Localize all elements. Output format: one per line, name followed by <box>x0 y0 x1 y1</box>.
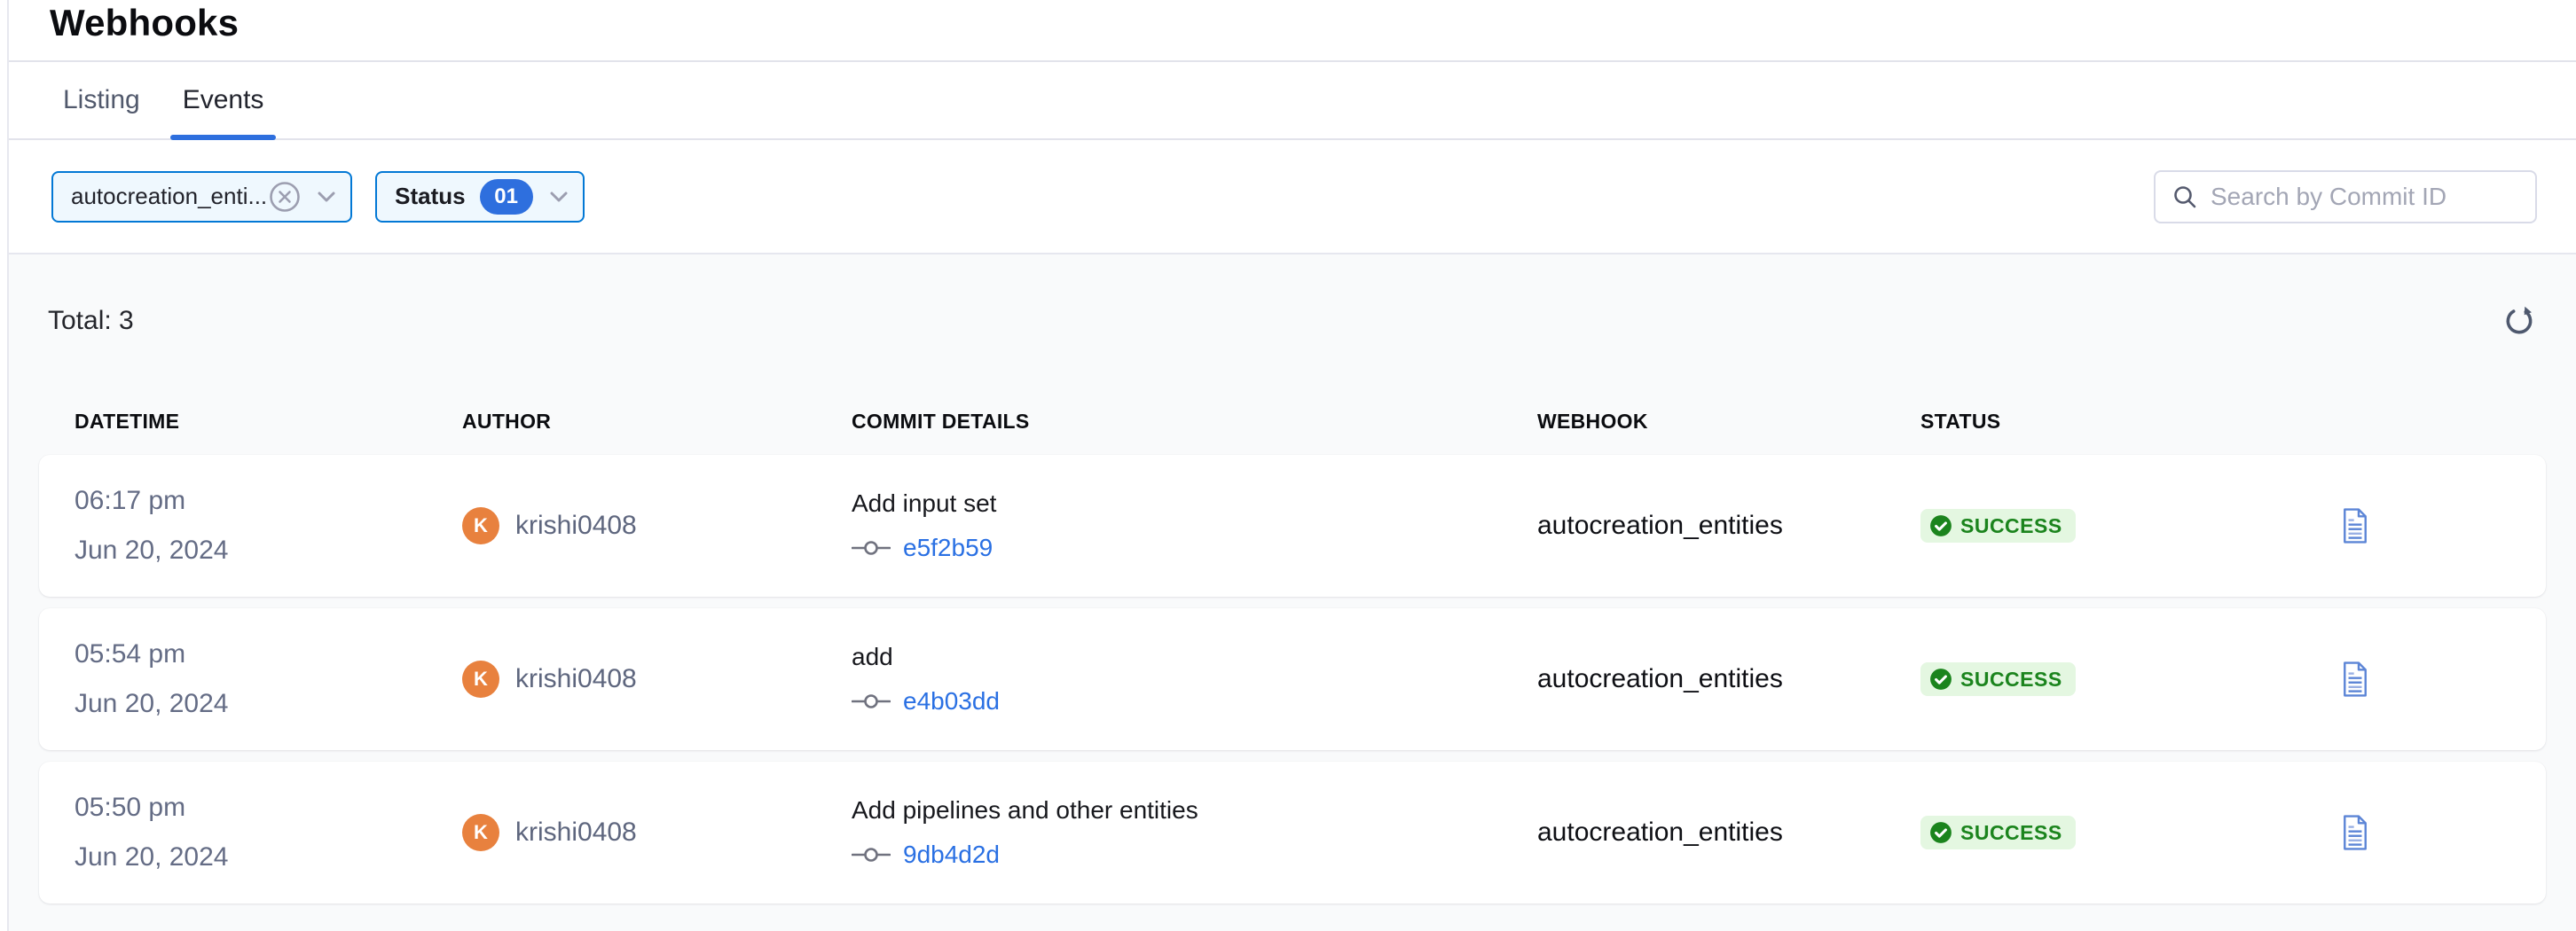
status-filter-count-badge: 01 <box>480 179 533 215</box>
author-name: krishi0408 <box>515 664 637 694</box>
status-cell: SUCCESS <box>1920 509 2266 543</box>
column-header-datetime: DATETIME <box>75 410 462 434</box>
event-time: 05:54 pm <box>75 639 462 669</box>
document-icon <box>2341 815 2369 850</box>
chevron-down-icon[interactable] <box>549 191 569 203</box>
event-time: 05:50 pm <box>75 793 462 823</box>
commit-message: add <box>852 643 1537 671</box>
webhook-filter-label: autocreation_enti... <box>71 183 267 210</box>
refresh-icon <box>2502 304 2536 338</box>
commit-message: Add input set <box>852 489 1537 518</box>
filter-bar: autocreation_enti... Status 01 <box>9 140 2576 254</box>
commit-id-line: 9db4d2d <box>852 841 1537 869</box>
status-filter-chip[interactable]: Status 01 <box>375 171 584 223</box>
status-label: SUCCESS <box>1960 514 2062 538</box>
check-circle-icon <box>1929 514 1952 537</box>
git-commit-icon <box>852 692 891 711</box>
status-badge: SUCCESS <box>1920 662 2076 696</box>
webhook-filter-chip[interactable]: autocreation_enti... <box>51 171 352 223</box>
column-header-commit-details: COMMIT DETAILS <box>852 410 1537 434</box>
column-header-webhook: WEBHOOK <box>1537 410 1920 434</box>
table-header-row: DATETIME AUTHOR COMMIT DETAILS WEBHOOK S… <box>39 387 2546 455</box>
document-icon <box>2341 508 2369 544</box>
event-date: Jun 20, 2024 <box>75 689 462 719</box>
avatar: K <box>462 661 499 698</box>
status-badge: SUCCESS <box>1920 816 2076 849</box>
table-row[interactable]: 06:17 pm Jun 20, 2024 K krishi0408 Add i… <box>39 455 2546 597</box>
document-icon <box>2341 661 2369 697</box>
column-header-status: STATUS <box>1920 410 2266 434</box>
status-filter-label: Status <box>395 183 465 210</box>
author-cell: K krishi0408 <box>462 661 852 698</box>
commit-id-link[interactable]: e5f2b59 <box>903 534 993 562</box>
search-input[interactable] <box>2211 183 2521 211</box>
event-date: Jun 20, 2024 <box>75 536 462 566</box>
chevron-down-icon[interactable] <box>317 191 336 203</box>
tab-listing[interactable]: Listing <box>51 62 153 138</box>
results-toolbar: Total: 3 <box>39 254 2546 387</box>
page-title: Webhooks <box>50 2 2576 44</box>
webhook-name: autocreation_entities <box>1537 818 1920 848</box>
datetime-cell: 05:50 pm Jun 20, 2024 <box>75 793 462 872</box>
payload-details-button[interactable] <box>2341 815 2369 850</box>
event-date: Jun 20, 2024 <box>75 842 462 872</box>
author-name: krishi0408 <box>515 818 637 848</box>
status-cell: SUCCESS <box>1920 662 2266 696</box>
commit-details-cell: add e4b03dd <box>852 643 1537 716</box>
circle-x-icon[interactable] <box>269 181 301 213</box>
check-circle-icon <box>1929 668 1952 691</box>
webhook-name: autocreation_entities <box>1537 664 1920 694</box>
avatar: K <box>462 507 499 544</box>
page-header: Webhooks <box>9 0 2576 62</box>
table-row[interactable]: 05:50 pm Jun 20, 2024 K krishi0408 Add p… <box>39 762 2546 904</box>
event-time: 06:17 pm <box>75 486 462 516</box>
avatar: K <box>462 814 499 851</box>
commit-details-cell: Add input set e5f2b59 <box>852 489 1537 562</box>
status-badge: SUCCESS <box>1920 509 2076 543</box>
main-panel: Webhooks Listing Events autocreation_ent… <box>9 0 2576 931</box>
left-rail-divider <box>0 0 9 931</box>
status-cell: SUCCESS <box>1920 816 2266 849</box>
webhook-name: autocreation_entities <box>1537 511 1920 541</box>
tab-events[interactable]: Events <box>170 62 277 138</box>
commit-message: Add pipelines and other entities <box>852 796 1537 825</box>
total-count-label: Total: 3 <box>48 306 134 336</box>
column-header-author: AUTHOR <box>462 410 852 434</box>
table-row[interactable]: 05:54 pm Jun 20, 2024 K krishi0408 add <box>39 608 2546 750</box>
datetime-cell: 06:17 pm Jun 20, 2024 <box>75 486 462 566</box>
check-circle-icon <box>1929 821 1952 844</box>
status-label: SUCCESS <box>1960 821 2062 845</box>
datetime-cell: 05:54 pm Jun 20, 2024 <box>75 639 462 719</box>
commit-id-link[interactable]: e4b03dd <box>903 687 1000 716</box>
author-name: krishi0408 <box>515 511 637 541</box>
search-box[interactable] <box>2154 170 2537 223</box>
git-commit-icon <box>852 845 891 864</box>
commit-details-cell: Add pipelines and other entities 9db4d2d <box>852 796 1537 869</box>
commit-id-link[interactable]: 9db4d2d <box>903 841 1000 869</box>
author-cell: K krishi0408 <box>462 507 852 544</box>
commit-id-line: e4b03dd <box>852 687 1537 716</box>
git-commit-icon <box>852 538 891 558</box>
payload-details-button[interactable] <box>2341 661 2369 697</box>
payload-details-button[interactable] <box>2341 508 2369 544</box>
refresh-button[interactable] <box>2501 303 2537 339</box>
events-content: Total: 3 DATETIME AUTHOR COMMIT DETAILS … <box>9 254 2576 931</box>
tabbar: Listing Events <box>9 62 2576 140</box>
webhooks-page: Webhooks Listing Events autocreation_ent… <box>0 0 2576 931</box>
author-cell: K krishi0408 <box>462 814 852 851</box>
search-icon <box>2172 184 2198 210</box>
commit-id-line: e5f2b59 <box>852 534 1537 562</box>
status-label: SUCCESS <box>1960 668 2062 692</box>
